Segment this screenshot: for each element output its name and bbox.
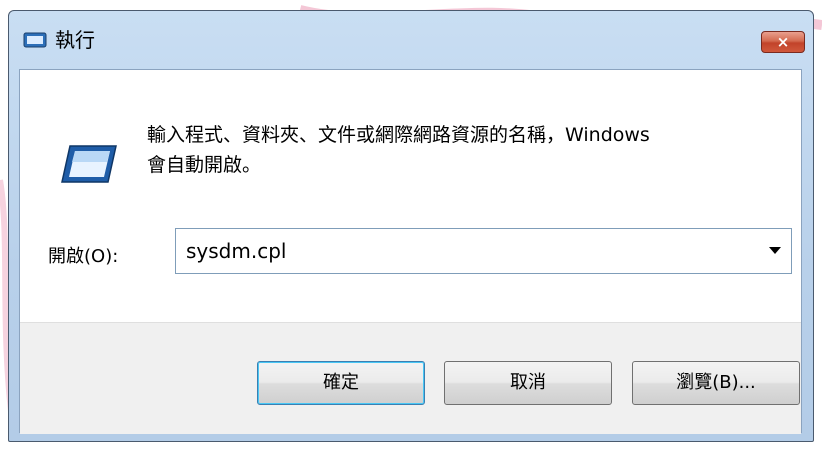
close-button[interactable]: × — [761, 31, 805, 53]
button-bar: 確定 取消 瀏覽(B)... — [20, 322, 801, 434]
open-label: 開啟(O): — [48, 246, 119, 267]
browse-button[interactable]: 瀏覽(B)... — [632, 361, 800, 405]
close-icon: × — [776, 33, 790, 51]
open-combobox[interactable] — [175, 228, 792, 274]
run-dialog: 執行 × 輸入程式、資料夾、文件或網際網路資源的名稱，Windows 會自動開啟… — [8, 10, 814, 442]
title-bar: 執行 × — [9, 11, 813, 69]
open-input[interactable] — [182, 229, 760, 273]
instruction-text: 輸入程式、資料夾、文件或網際網路資源的名稱，Windows 會自動開啟。 — [147, 120, 787, 180]
chevron-down-icon[interactable] — [769, 247, 781, 254]
dialog-body: 輸入程式、資料夾、文件或網際網路資源的名稱，Windows 會自動開啟。 開啟(… — [19, 69, 802, 434]
run-app-icon — [23, 32, 47, 48]
run-icon — [61, 145, 117, 183]
window-title: 執行 — [55, 28, 95, 52]
cancel-button[interactable]: 取消 — [444, 361, 612, 405]
instruction-line-2: 會自動開啟。 — [147, 154, 262, 176]
instruction-line-1: 輸入程式、資料夾、文件或網際網路資源的名稱，Windows — [147, 124, 650, 146]
ok-button[interactable]: 確定 — [257, 361, 425, 405]
